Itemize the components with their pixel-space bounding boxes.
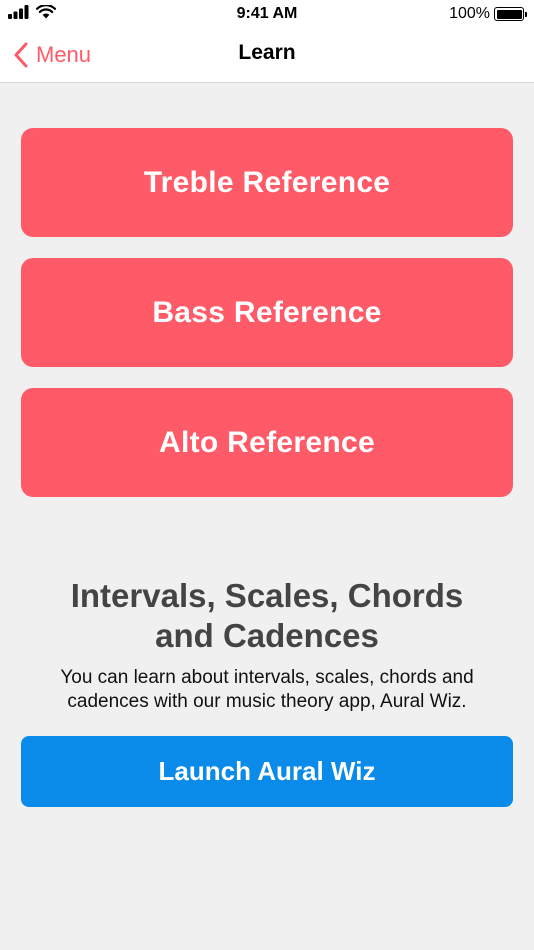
promo-heading: Intervals, Scales, Chords and Cadences [70, 577, 464, 654]
page-title: Learn [238, 41, 296, 64]
navigation-bar: Menu Learn [0, 28, 534, 83]
treble-reference-button[interactable]: Treble Reference [21, 128, 513, 237]
battery-percentage: 100% [449, 5, 490, 22]
bass-reference-button[interactable]: Bass Reference [21, 258, 513, 367]
launch-aural-wiz-button[interactable]: Launch Aural Wiz [21, 736, 513, 807]
alto-reference-button[interactable]: Alto Reference [21, 388, 513, 497]
status-right: 100% [449, 5, 527, 23]
status-bar: 9:41 AM 100% [0, 0, 534, 28]
promo-description: You can learn about intervals, scales, c… [60, 667, 474, 712]
battery-icon [494, 7, 527, 21]
